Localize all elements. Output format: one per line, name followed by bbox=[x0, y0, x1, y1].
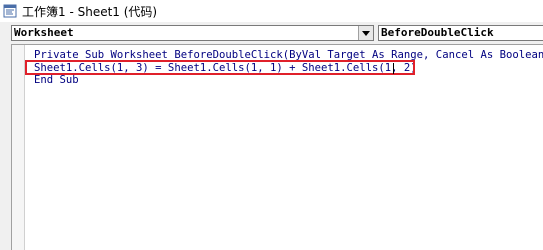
procedure-dropdown[interactable]: BeforeDoubleClick bbox=[378, 25, 543, 41]
procedure-dropdown-value: BeforeDoubleClick bbox=[381, 26, 494, 39]
object-dropdown[interactable]: Worksheet bbox=[11, 25, 374, 41]
code-line-3[interactable]: End Sub bbox=[34, 74, 79, 86]
text-caret bbox=[393, 63, 394, 74]
code-window-toolbar: Worksheet BeforeDoubleClick bbox=[0, 22, 543, 44]
title-bar: 工作簿1 - Sheet1 (代码) bbox=[0, 0, 543, 22]
code-editor[interactable]: Private Sub Worksheet_BeforeDoubleClick(… bbox=[11, 44, 543, 250]
chevron-down-icon[interactable] bbox=[358, 26, 373, 40]
vba-module-icon bbox=[3, 4, 17, 18]
margin-indicator-bar[interactable] bbox=[12, 45, 25, 250]
window-title: 工作簿1 - Sheet1 (代码) bbox=[22, 4, 158, 19]
highlight-annotation bbox=[25, 60, 415, 75]
object-dropdown-value: Worksheet bbox=[14, 26, 74, 39]
